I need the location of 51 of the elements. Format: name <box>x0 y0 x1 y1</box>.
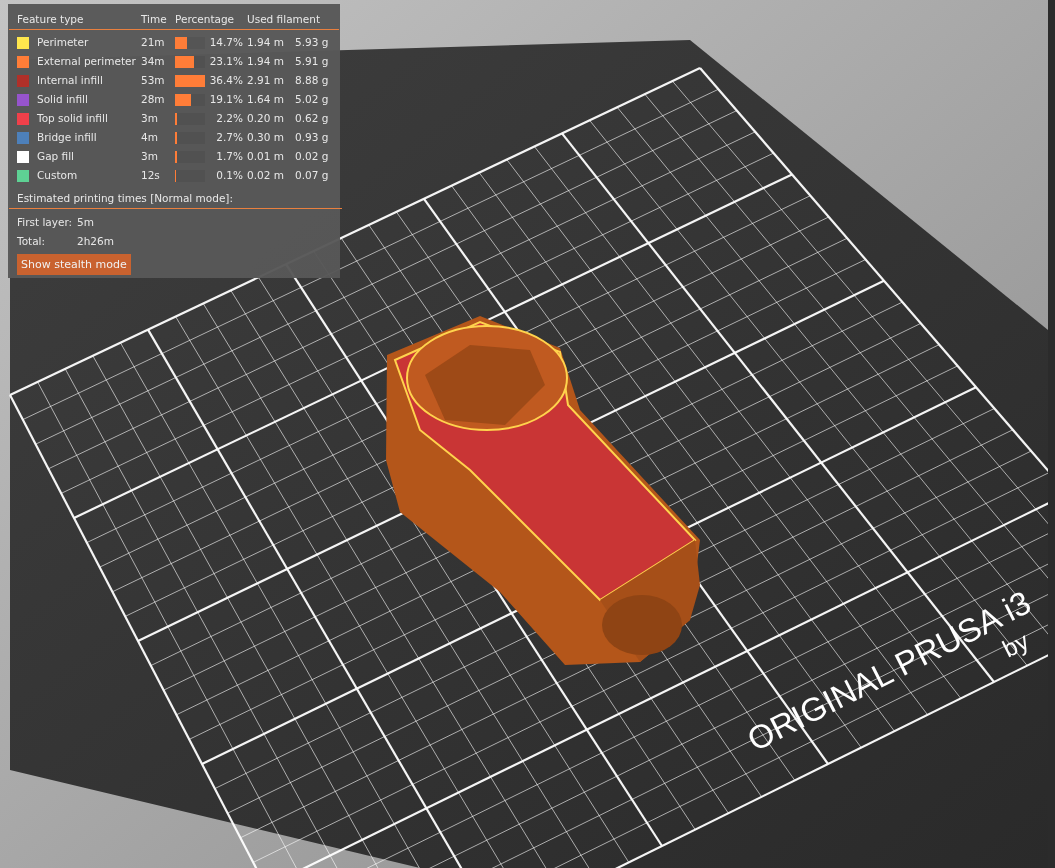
feature-time: 12s <box>141 168 161 183</box>
feature-percentage: 2.7% <box>215 130 244 145</box>
column-header: Used filament <box>247 12 322 27</box>
filament-length: 0.01 m <box>247 149 285 164</box>
feature-name: Bridge infill <box>37 130 98 145</box>
show-stealth-mode-button[interactable]: Show stealth mode <box>17 254 131 275</box>
feature-name: Top solid infill <box>37 111 109 126</box>
time-value: 5m <box>77 215 95 230</box>
feature-name: Solid infill <box>37 92 89 107</box>
filament-weight: 0.93 g <box>295 130 330 145</box>
filament-weight: 5.91 g <box>295 54 330 69</box>
feature-time: 3m <box>141 149 159 164</box>
feature-time: 4m <box>141 130 159 145</box>
filament-length: 1.94 m <box>247 54 285 69</box>
feature-time: 28m <box>141 92 166 107</box>
feature-time: 53m <box>141 73 166 88</box>
filament-weight: 0.07 g <box>295 168 330 183</box>
filament-weight: 0.02 g <box>295 149 330 164</box>
feature-name: Internal infill <box>37 73 104 88</box>
filament-length: 0.02 m <box>247 168 285 183</box>
feature-name: Gap fill <box>37 149 76 164</box>
feature-percentage: 23.1% <box>209 54 244 69</box>
filament-weight: 5.93 g <box>295 35 330 50</box>
feature-name: External perimeter <box>37 54 137 69</box>
estimate-title: Estimated printing times [Normal mode]: <box>17 192 234 204</box>
feature-time: 3m <box>141 111 159 126</box>
filament-length: 1.94 m <box>247 35 285 50</box>
filament-length: 1.64 m <box>247 92 285 107</box>
filament-weight: 0.62 g <box>295 111 330 126</box>
time-value: 2h26m <box>77 234 115 249</box>
feature-percentage: 14.7% <box>209 35 244 50</box>
feature-time: 34m <box>141 54 166 69</box>
feature-percentage: 36.4% <box>209 73 244 88</box>
feature-percentage: 2.2% <box>215 111 244 126</box>
column-header: Time <box>141 12 168 27</box>
column-header: Percentage <box>175 12 236 27</box>
feature-percentage: 0.1% <box>215 168 244 183</box>
bed-label: by <box>998 626 1033 663</box>
filament-length: 0.30 m <box>247 130 285 145</box>
filament-weight: 8.88 g <box>295 73 330 88</box>
feature-percentage: 19.1% <box>209 92 244 107</box>
feature-time: 21m <box>141 35 166 50</box>
filament-weight: 5.02 g <box>295 92 330 107</box>
time-label: Total: <box>17 234 47 249</box>
time-label: First layer: <box>17 215 74 230</box>
feature-name: Custom <box>37 168 79 183</box>
filament-length: 2.91 m <box>247 73 285 88</box>
feature-name: Perimeter <box>37 35 90 50</box>
feature-percentage: 1.7% <box>215 149 244 164</box>
column-header: Feature type <box>17 12 85 27</box>
filament-length: 0.20 m <box>247 111 285 126</box>
